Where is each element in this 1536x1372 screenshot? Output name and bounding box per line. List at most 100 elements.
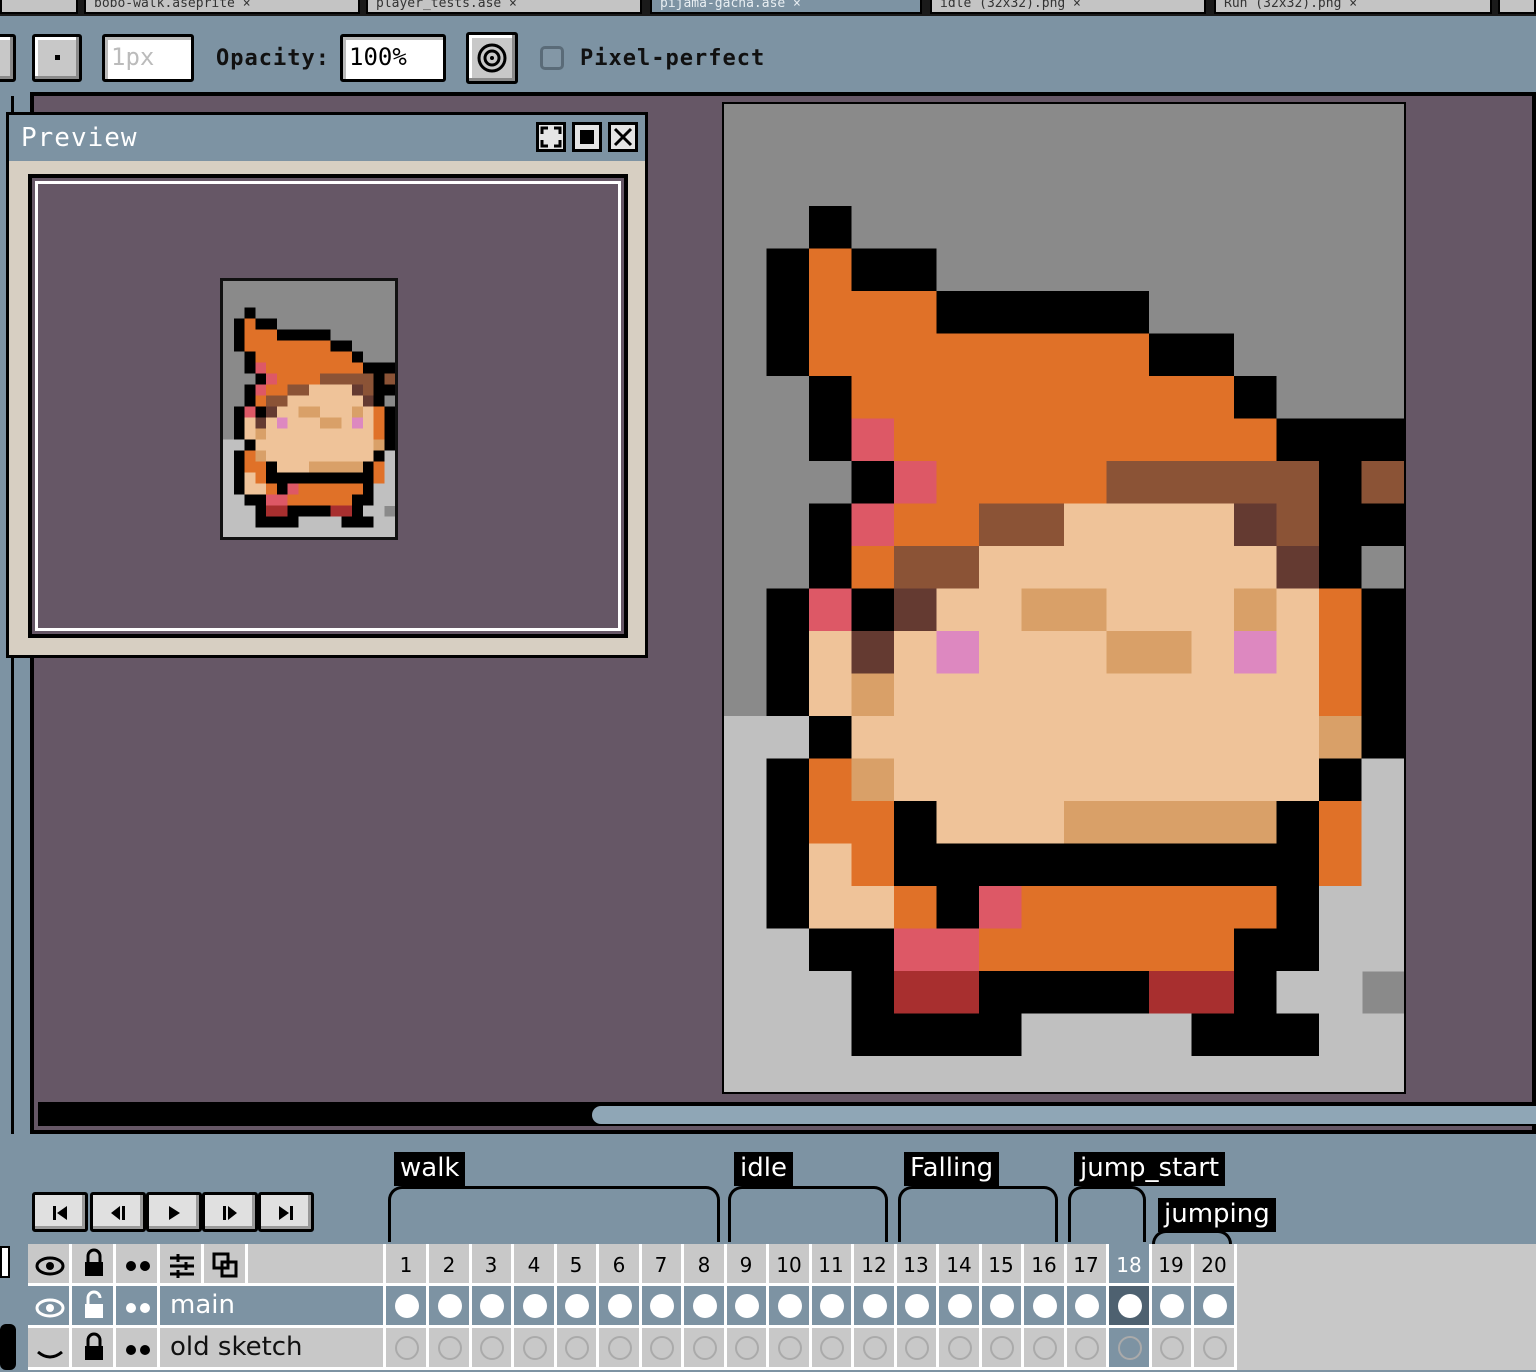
cel-old-sketch-20[interactable]: [1194, 1328, 1237, 1370]
layer-old-sketch-continuous[interactable]: [116, 1328, 160, 1370]
frame-header-8[interactable]: 8: [684, 1244, 727, 1286]
preview-close-button[interactable]: [608, 122, 638, 152]
preview-fit-button[interactable]: [536, 122, 566, 152]
cel-main-8[interactable]: [684, 1286, 727, 1328]
sprite-canvas[interactable]: [722, 78, 1406, 1100]
preview-maximize-button[interactable]: [572, 122, 602, 152]
layer-old-sketch-visibility[interactable]: [28, 1328, 72, 1370]
cel-old-sketch-14[interactable]: [939, 1328, 982, 1370]
brush-shape-square-button[interactable]: [0, 34, 16, 82]
next-frame-button[interactable]: [202, 1192, 258, 1232]
play-button[interactable]: [146, 1192, 202, 1232]
layer-main-name[interactable]: main: [160, 1286, 386, 1328]
frame-header-9[interactable]: 9: [726, 1244, 769, 1286]
cel-old-sketch-17[interactable]: [1066, 1328, 1109, 1370]
header-continuous[interactable]: [116, 1244, 160, 1286]
cel-main-4[interactable]: [514, 1286, 557, 1328]
frame-header-3[interactable]: 3: [471, 1244, 514, 1286]
layer-main-visibility[interactable]: [28, 1286, 72, 1328]
frame-header-5[interactable]: 5: [556, 1244, 599, 1286]
frame-header-18[interactable]: 18: [1109, 1244, 1152, 1286]
cel-old-sketch-1[interactable]: [386, 1328, 429, 1370]
frame-header-19[interactable]: 19: [1151, 1244, 1194, 1286]
frame-header-12[interactable]: 12: [854, 1244, 897, 1286]
frame-header-16[interactable]: 16: [1024, 1244, 1067, 1286]
layer-main-lock[interactable]: [72, 1286, 116, 1328]
cel-main-13[interactable]: [896, 1286, 939, 1328]
cel-old-sketch-6[interactable]: [599, 1328, 642, 1370]
tab-run[interactable]: Run (32x32).png ×: [1214, 0, 1492, 14]
frame-header-14[interactable]: 14: [939, 1244, 982, 1286]
first-frame-button[interactable]: [32, 1192, 88, 1232]
cel-old-sketch-10[interactable]: [769, 1328, 812, 1370]
frame-header-4[interactable]: 4: [514, 1244, 557, 1286]
cel-main-15[interactable]: [981, 1286, 1024, 1328]
tag-walk[interactable]: walk: [394, 1152, 466, 1186]
layer-old-sketch-lock[interactable]: [72, 1328, 116, 1370]
cel-old-sketch-9[interactable]: [726, 1328, 769, 1370]
cel-main-6[interactable]: [599, 1286, 642, 1328]
cel-old-sketch-5[interactable]: [556, 1328, 599, 1370]
cel-old-sketch-7[interactable]: [641, 1328, 684, 1370]
last-frame-button[interactable]: [258, 1192, 314, 1232]
cel-old-sketch-11[interactable]: [811, 1328, 854, 1370]
cel-main-14[interactable]: [939, 1286, 982, 1328]
cel-main-19[interactable]: [1151, 1286, 1194, 1328]
header-visibility[interactable]: [28, 1244, 72, 1286]
tag-jump-start[interactable]: jump_start: [1074, 1152, 1226, 1186]
cel-main-9[interactable]: [726, 1286, 769, 1328]
cel-old-sketch-19[interactable]: [1151, 1328, 1194, 1370]
frame-header-2[interactable]: 2: [429, 1244, 472, 1286]
cel-main-16[interactable]: [1024, 1286, 1067, 1328]
cel-old-sketch-2[interactable]: [429, 1328, 472, 1370]
cel-main-11[interactable]: [811, 1286, 854, 1328]
frame-header-6[interactable]: 6: [599, 1244, 642, 1286]
canvas-scroll-thumb[interactable]: [592, 1106, 1536, 1124]
cel-old-sketch-3[interactable]: [471, 1328, 514, 1370]
frame-header-13[interactable]: 13: [896, 1244, 939, 1286]
cel-main-20[interactable]: [1194, 1286, 1237, 1328]
header-reference[interactable]: [204, 1244, 248, 1286]
frame-header-11[interactable]: 11: [811, 1244, 854, 1286]
cel-main-17[interactable]: [1066, 1286, 1109, 1328]
tab-overflow[interactable]: [0, 0, 78, 14]
opacity-input[interactable]: 100%: [340, 34, 446, 82]
pixel-perfect-checkbox[interactable]: [540, 46, 564, 70]
cel-main-2[interactable]: [429, 1286, 472, 1328]
header-lock[interactable]: [72, 1244, 116, 1286]
cel-old-sketch-13[interactable]: [896, 1328, 939, 1370]
cel-main-5[interactable]: [556, 1286, 599, 1328]
cel-old-sketch-18[interactable]: [1109, 1328, 1152, 1370]
cel-main-12[interactable]: [854, 1286, 897, 1328]
timeline-edge-handle[interactable]: [0, 1324, 16, 1370]
frame-header-20[interactable]: 20: [1194, 1244, 1237, 1286]
frame-header-7[interactable]: 7: [641, 1244, 684, 1286]
cel-old-sketch-12[interactable]: [854, 1328, 897, 1370]
frame-header-15[interactable]: 15: [981, 1244, 1024, 1286]
frame-header-1[interactable]: 1: [386, 1244, 429, 1286]
tag-falling[interactable]: Falling: [904, 1152, 1000, 1186]
cel-old-sketch-15[interactable]: [981, 1328, 1024, 1370]
tab-more[interactable]: [1498, 0, 1536, 14]
frame-header-17[interactable]: 17: [1066, 1244, 1109, 1286]
tag-idle[interactable]: idle: [734, 1152, 793, 1186]
ink-mode-button[interactable]: [466, 32, 518, 84]
tab-pijama-gacha[interactable]: pijama-gacha.ase ×: [650, 0, 922, 14]
layer-main-continuous[interactable]: [116, 1286, 160, 1328]
cel-main-3[interactable]: [471, 1286, 514, 1328]
tab-idle[interactable]: idle (32x32).png ×: [930, 0, 1206, 14]
tab-bobo-walk[interactable]: bobo-walk.aseprite ×: [84, 0, 360, 14]
cel-main-7[interactable]: [641, 1286, 684, 1328]
tag-jumping[interactable]: jumping: [1158, 1198, 1276, 1232]
cel-old-sketch-16[interactable]: [1024, 1328, 1067, 1370]
cel-main-18[interactable]: [1109, 1286, 1152, 1328]
brush-size-input[interactable]: 1px: [102, 34, 194, 82]
previous-frame-button[interactable]: [90, 1192, 146, 1232]
header-onion-skin[interactable]: [160, 1244, 204, 1286]
cel-old-sketch-8[interactable]: [684, 1328, 727, 1370]
cel-old-sketch-4[interactable]: [514, 1328, 557, 1370]
cel-main-1[interactable]: [386, 1286, 429, 1328]
frame-header-10[interactable]: 10: [769, 1244, 812, 1286]
brush-shape-dot-button[interactable]: [32, 34, 82, 82]
tab-player-tests[interactable]: player_tests.ase ×: [366, 0, 642, 14]
